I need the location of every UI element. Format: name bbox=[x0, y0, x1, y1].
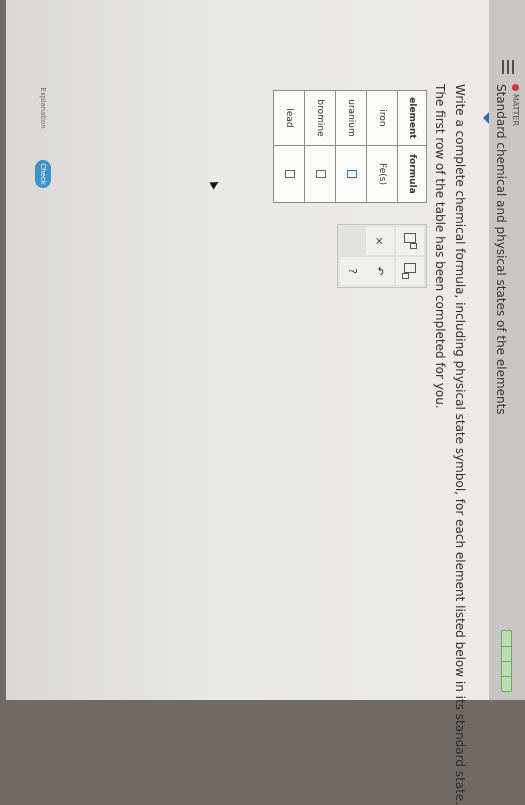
aleks-page: MATTER Standard chemical and physical st… bbox=[6, 0, 525, 805]
mouse-cursor-icon bbox=[209, 178, 221, 190]
formula-answer-field[interactable] bbox=[335, 145, 367, 203]
element-cell: bromine bbox=[304, 90, 336, 146]
answer-slot-icon[interactable] bbox=[347, 170, 358, 178]
instructions: Write a complete chemical formula, inclu… bbox=[453, 84, 467, 805]
superscript-icon bbox=[404, 233, 416, 243]
page-title: Standard chemical and physical states of… bbox=[494, 84, 508, 415]
topic-dot-icon bbox=[512, 84, 519, 91]
menu-icon[interactable] bbox=[499, 60, 517, 74]
formula-answer-field[interactable] bbox=[304, 145, 336, 203]
formula-cell: Fe(s) bbox=[366, 145, 398, 203]
column-header-element: element bbox=[397, 90, 427, 146]
explanation-button[interactable]: Explanation bbox=[35, 86, 51, 130]
subscript-icon bbox=[404, 263, 416, 273]
superscript-button[interactable] bbox=[396, 227, 424, 255]
subscript-button[interactable] bbox=[396, 257, 424, 285]
element-cell: lead bbox=[273, 90, 305, 146]
monitor-screen: MATTER Standard chemical and physical st… bbox=[6, 0, 525, 805]
table-row: uranium bbox=[335, 90, 367, 203]
answer-slot-icon[interactable] bbox=[316, 170, 327, 178]
table-row: iron Fe(s) bbox=[366, 90, 398, 203]
topic-label: MATTER bbox=[511, 84, 520, 126]
note: The first row of the table has been comp… bbox=[433, 84, 447, 409]
undo-button[interactable]: ↶ bbox=[366, 257, 394, 285]
progress-segment bbox=[502, 661, 511, 662]
answer-slot-icon[interactable] bbox=[285, 170, 296, 178]
element-cell: iron bbox=[366, 90, 398, 146]
element-cell: uranium bbox=[335, 90, 367, 146]
top-bar: MATTER Standard chemical and physical st… bbox=[489, 0, 525, 700]
element-table: element formula iron Fe(s) uranium bromi… bbox=[273, 90, 427, 203]
formula-palette: × ↶ ? bbox=[337, 224, 427, 288]
collapse-chevron-icon[interactable] bbox=[483, 112, 489, 124]
progress-segment bbox=[502, 646, 511, 647]
help-button[interactable]: ? bbox=[340, 257, 366, 285]
check-button[interactable]: Check bbox=[35, 160, 51, 188]
table-row: lead bbox=[273, 90, 305, 203]
progress-bar bbox=[501, 630, 512, 692]
formula-answer-field[interactable] bbox=[273, 145, 305, 203]
clear-button[interactable]: × bbox=[366, 227, 394, 255]
column-header-formula: formula bbox=[397, 145, 427, 203]
table-row: bromine bbox=[304, 90, 336, 203]
progress-segment bbox=[502, 676, 511, 677]
